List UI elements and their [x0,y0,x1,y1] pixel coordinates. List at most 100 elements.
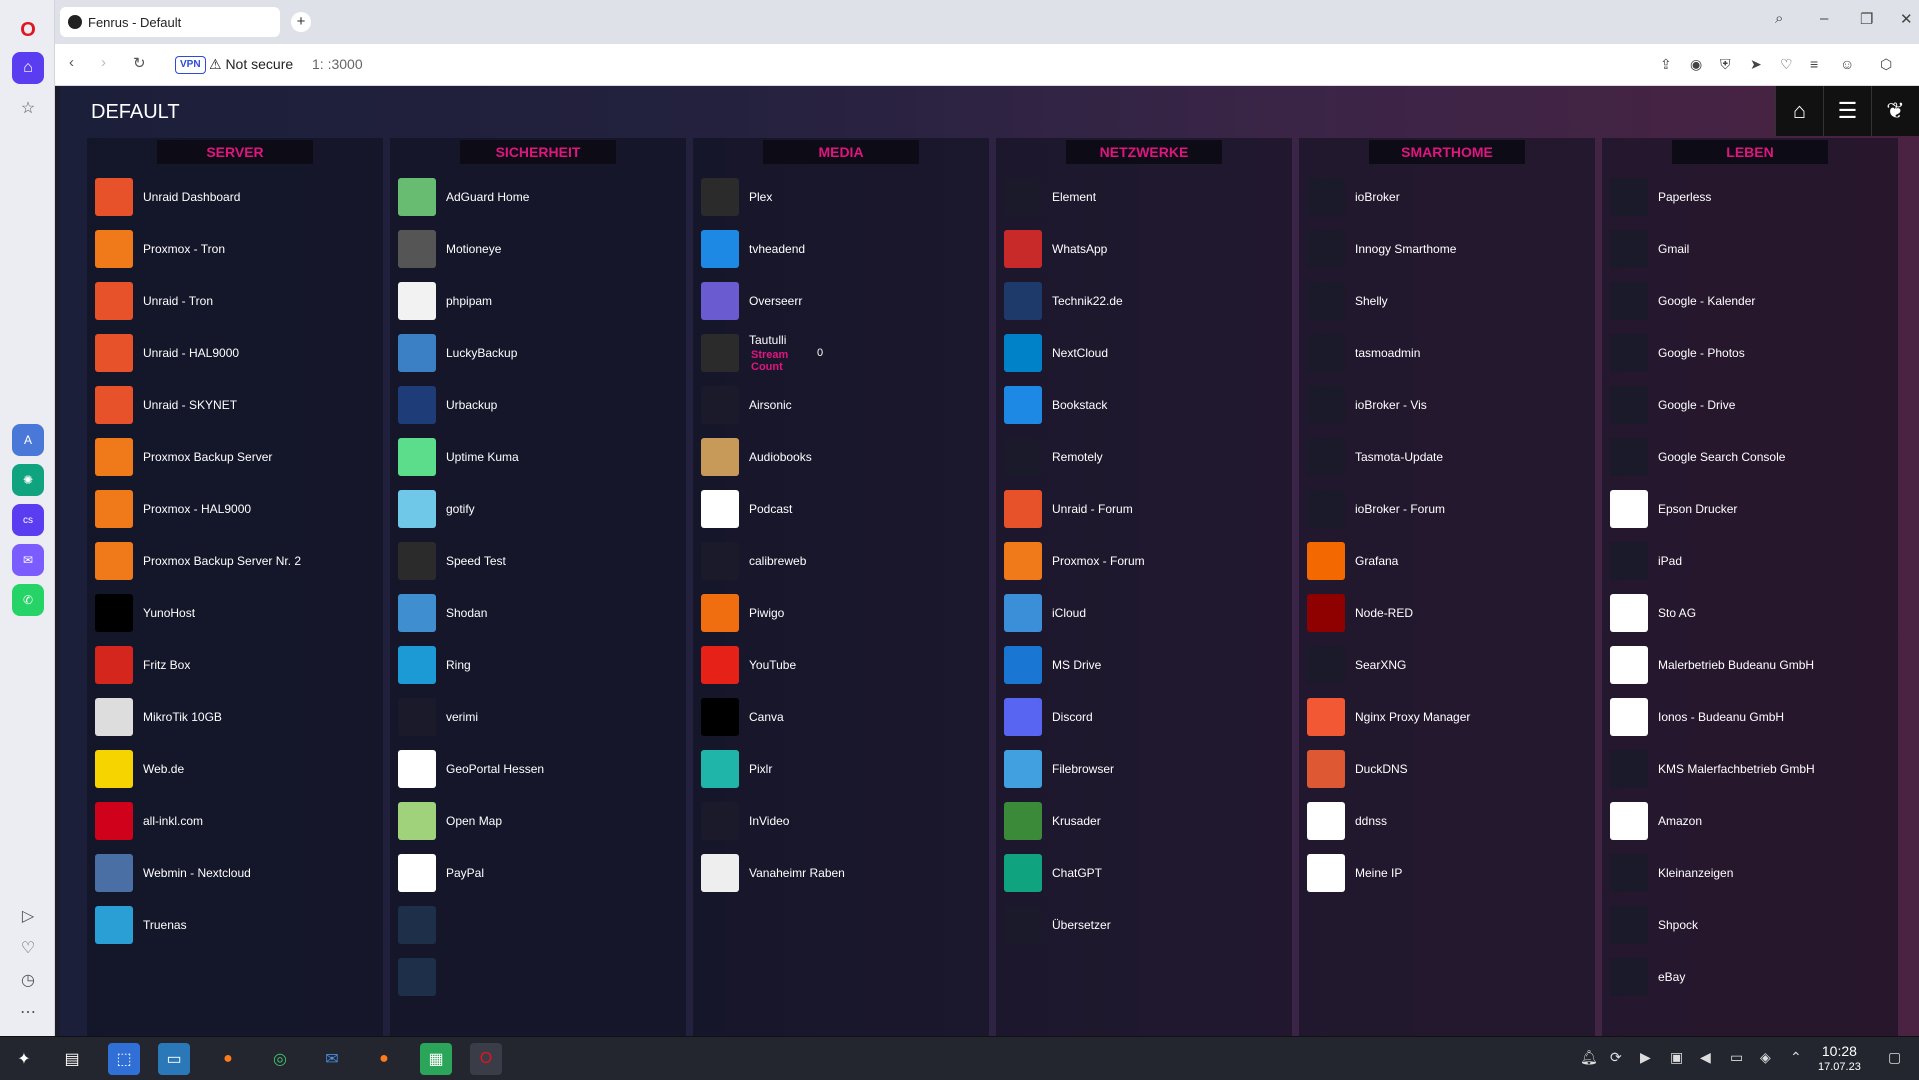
app-link[interactable]: Podcast [701,487,792,531]
app-link[interactable]: Google - Kalender [1610,279,1755,323]
settings-button[interactable]: ☰ [1823,86,1871,136]
chatgpt-sidebar-icon[interactable]: ✺ [12,464,44,496]
vpn-tray-icon[interactable]: ◈ [1760,1049,1771,1066]
app-link[interactable]: Bookstack [1004,383,1107,427]
clipboard-icon[interactable]: ▣ [1670,1049,1683,1066]
forward-icon[interactable]: › [101,54,106,71]
app-link[interactable]: Webmin - Nextcloud [95,851,251,895]
app-link[interactable]: Uptime Kuma [398,435,519,479]
app-link[interactable]: InVideo [701,799,789,843]
app-link[interactable]: Piwigo [701,591,784,635]
app-link[interactable]: Tautulli Stream Count 0 [701,331,823,375]
restore-icon[interactable]: ❐ [1860,10,1873,28]
app-link[interactable]: Shodan [398,591,487,635]
app-link[interactable]: Proxmox - HAL9000 [95,487,251,531]
app-link[interactable]: Node-RED [1307,591,1413,635]
app-link[interactable]: MikroTik 10GB [95,695,222,739]
app-link[interactable]: Unraid Dashboard [95,175,240,219]
app-link[interactable]: Canva [701,695,784,739]
app-link[interactable]: ddnss [1307,799,1387,843]
app-link[interactable]: eBay [1610,955,1685,999]
vpn-badge[interactable]: VPN [175,56,206,74]
home-icon[interactable]: ⌂ [12,52,44,84]
app-link[interactable]: Kleinanzeigen [1610,851,1733,895]
star-icon[interactable]: ☆ [12,92,44,124]
app-link[interactable]: Proxmox Backup Server [95,435,272,479]
new-tab-button[interactable]: + [291,12,311,32]
app-link[interactable]: Übersetzer [1004,903,1111,947]
app-link[interactable]: PayPal [398,851,484,895]
minimize-icon[interactable]: – [1820,10,1828,27]
app-link[interactable]: Shpock [1610,903,1698,947]
app-link[interactable]: Discord [1004,695,1093,739]
app-link[interactable]: Speed Test [398,539,506,583]
app-link[interactable]: phpipam [398,279,492,323]
app-link[interactable]: calibreweb [701,539,806,583]
app-link[interactable]: Element [1004,175,1096,219]
media-icon[interactable]: ▶ [1640,1049,1651,1066]
app-link[interactable]: AdGuard Home [398,175,529,219]
app-link[interactable]: YouTube [701,643,796,687]
app-link[interactable]: Proxmox - Tron [95,227,225,271]
app-link[interactable]: Amazon [1610,799,1702,843]
tray-expand-icon[interactable]: ⌃ [1790,1049,1802,1066]
opera-logo-icon[interactable]: O [12,14,44,46]
aria-icon[interactable]: A [12,424,44,456]
notifications-icon[interactable]: 🔔︎ [1580,1049,1598,1066]
app-link[interactable]: Tasmota-Update [1307,435,1443,479]
app-link[interactable]: iCloud [1004,591,1086,635]
app-link[interactable]: Unraid - Forum [1004,487,1133,531]
app-link[interactable] [398,955,446,999]
thunderbird-icon[interactable]: ✉ [316,1043,348,1075]
app-link[interactable]: Krusader [1004,799,1101,843]
url-input[interactable]: 1: :3000 [312,56,363,72]
bookmark-heart-icon[interactable]: ♡ [1780,56,1793,73]
app-link[interactable]: SearXNG [1307,643,1406,687]
app-launcher-icon[interactable]: ✦ [8,1043,40,1075]
app-link[interactable]: Google Search Console [1610,435,1785,479]
search-icon[interactable]: ⌕ [1775,10,1783,27]
task-manager-icon[interactable]: ▤ [56,1043,88,1075]
app-link[interactable]: Google - Photos [1610,331,1745,375]
app-link[interactable]: gotify [398,487,475,531]
app-link[interactable]: Meine IP [1307,851,1402,895]
camera-icon[interactable]: ◉ [1690,56,1702,73]
app-link[interactable]: WhatsApp [1004,227,1107,271]
app-link[interactable]: Ionos - Budeanu GmbH [1610,695,1784,739]
app-link[interactable]: Grafana [1307,539,1398,583]
app-link[interactable]: KMS Malerfachbetrieb GmbH [1610,747,1815,791]
profile-button[interactable]: ❦ [1871,86,1919,136]
app-link[interactable]: Nginx Proxy Manager [1307,695,1470,739]
app-link[interactable]: LuckyBackup [398,331,517,375]
app-link[interactable]: NextCloud [1004,331,1108,375]
app-link[interactable]: Innogy Smarthome [1307,227,1456,271]
app-link[interactable]: Unraid - Tron [95,279,213,323]
app-link[interactable]: Paperless [1610,175,1711,219]
sync-icon[interactable]: ⟳ [1610,1049,1622,1066]
app-link[interactable]: Google - Drive [1610,383,1735,427]
app-link[interactable]: verimi [398,695,478,739]
chrome-icon[interactable]: ◎ [264,1043,296,1075]
firefox-dev-icon[interactable]: ● [368,1043,400,1075]
app-link[interactable]: Shelly [1307,279,1388,323]
app-link[interactable]: Overseerr [701,279,802,323]
app-link[interactable]: Airsonic [701,383,792,427]
app-link[interactable]: Web.de [95,747,184,791]
app-link[interactable]: Proxmox - Forum [1004,539,1145,583]
profile-icon[interactable]: ☺ [1840,56,1854,72]
app-link[interactable]: Vanaheimr Raben [701,851,845,895]
extensions-icon[interactable]: ⬡ [1880,56,1892,73]
app-link[interactable]: Epson Drucker [1610,487,1737,531]
messenger-icon[interactable]: ✉ [12,544,44,576]
security-indicator[interactable]: ⚠ Not secure [209,56,293,73]
app-link[interactable]: Open Map [398,799,502,843]
firefox-icon[interactable]: ● [212,1043,244,1075]
shield-icon[interactable]: ⛨ [1720,56,1731,73]
network-icon[interactable]: ▭ [1730,1049,1743,1066]
clock[interactable]: 10:28 17.07.23 [1818,1043,1861,1075]
send-icon[interactable]: ➤ [1750,56,1762,73]
app-link[interactable]: GeoPortal Hessen [398,747,544,791]
app-link[interactable]: Motioneye [398,227,501,271]
tab-fenrus[interactable]: Fenrus - Default [60,7,280,37]
app-link[interactable]: Unraid - SKYNET [95,383,237,427]
